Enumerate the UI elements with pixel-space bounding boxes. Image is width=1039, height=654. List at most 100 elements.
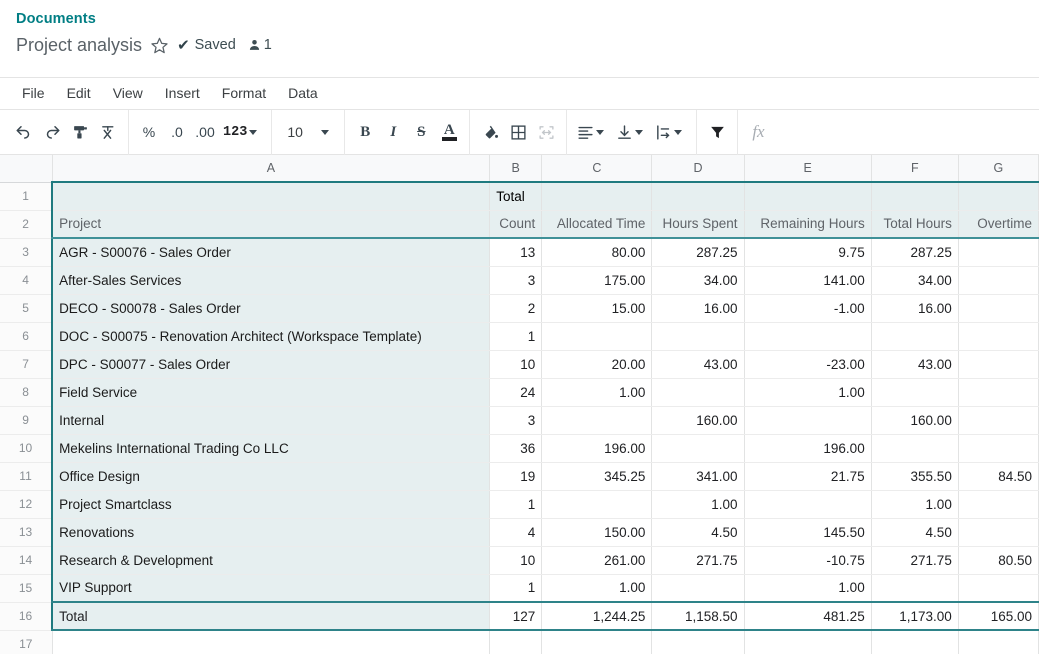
column-header-c[interactable]: C xyxy=(542,155,652,182)
cell-c9[interactable] xyxy=(542,406,652,434)
horizontal-align-icon[interactable] xyxy=(574,118,611,146)
cell-d8[interactable] xyxy=(652,378,744,406)
cell-e7[interactable]: -23.00 xyxy=(744,350,871,378)
cell-b5[interactable]: 2 xyxy=(490,294,542,322)
cell-c15[interactable]: 1.00 xyxy=(542,574,652,602)
cell-c13[interactable]: 150.00 xyxy=(542,518,652,546)
cell-b7[interactable]: 10 xyxy=(490,350,542,378)
cell-f4[interactable]: 34.00 xyxy=(871,266,958,294)
cell-c17[interactable] xyxy=(542,630,652,654)
cell-a7[interactable]: DPC - S00077 - Sales Order xyxy=(52,350,490,378)
format-percent-button[interactable]: % xyxy=(136,118,162,146)
cell-c4[interactable]: 175.00 xyxy=(542,266,652,294)
star-outline-icon[interactable] xyxy=(150,36,169,55)
text-color-button[interactable]: A xyxy=(436,118,462,146)
cell-c7[interactable]: 20.00 xyxy=(542,350,652,378)
cell-f15[interactable] xyxy=(871,574,958,602)
cell-g4[interactable] xyxy=(958,266,1038,294)
collaborator-count[interactable]: 1 xyxy=(248,37,272,53)
cell-e9[interactable] xyxy=(744,406,871,434)
cell-g13[interactable] xyxy=(958,518,1038,546)
row-header-12[interactable]: 12 xyxy=(0,490,52,518)
cell-a14[interactable]: Research & Development xyxy=(52,546,490,574)
row-header-6[interactable]: 6 xyxy=(0,322,52,350)
cell-e15[interactable]: 1.00 xyxy=(744,574,871,602)
row-header-16[interactable]: 16 xyxy=(0,602,52,630)
cell-g10[interactable] xyxy=(958,434,1038,462)
merge-cells-icon[interactable] xyxy=(533,118,559,146)
column-header-g[interactable]: G xyxy=(958,155,1038,182)
cell-d4[interactable]: 34.00 xyxy=(652,266,744,294)
cell-e4[interactable]: 141.00 xyxy=(744,266,871,294)
row-header-5[interactable]: 5 xyxy=(0,294,52,322)
cell-e12[interactable] xyxy=(744,490,871,518)
cell-e1[interactable] xyxy=(744,182,871,210)
cell-c3[interactable]: 80.00 xyxy=(542,238,652,266)
cell-f5[interactable]: 16.00 xyxy=(871,294,958,322)
cell-b2-count-header[interactable]: Count xyxy=(490,210,542,238)
cell-g12[interactable] xyxy=(958,490,1038,518)
cell-d5[interactable]: 16.00 xyxy=(652,294,744,322)
cell-b12[interactable]: 1 xyxy=(490,490,542,518)
cell-e17[interactable] xyxy=(744,630,871,654)
cell-d9[interactable]: 160.00 xyxy=(652,406,744,434)
cell-e14[interactable]: -10.75 xyxy=(744,546,871,574)
cell-c10[interactable]: 196.00 xyxy=(542,434,652,462)
cell-d17[interactable] xyxy=(652,630,744,654)
cell-g5[interactable] xyxy=(958,294,1038,322)
cell-g16-total-overtime[interactable]: 165.00 xyxy=(958,602,1038,630)
row-header-11[interactable]: 11 xyxy=(0,462,52,490)
row-header-10[interactable]: 10 xyxy=(0,434,52,462)
column-header-f[interactable]: F xyxy=(871,155,958,182)
123-number-format-icon[interactable]: 123 xyxy=(220,118,264,146)
column-header-d[interactable]: D xyxy=(652,155,744,182)
cell-e6[interactable] xyxy=(744,322,871,350)
cell-f2-total-hours-header[interactable]: Total Hours xyxy=(871,210,958,238)
cell-f16-total-hours[interactable]: 1,173.00 xyxy=(871,602,958,630)
cell-b10[interactable]: 36 xyxy=(490,434,542,462)
cell-a15[interactable]: VIP Support xyxy=(52,574,490,602)
cell-b3[interactable]: 13 xyxy=(490,238,542,266)
cell-b16-total-count[interactable]: 127 xyxy=(490,602,542,630)
column-header-b[interactable]: B xyxy=(490,155,542,182)
decrease-decimal-button[interactable]: .0 xyxy=(164,118,190,146)
row-header-1[interactable]: 1 xyxy=(0,182,52,210)
cell-f10[interactable] xyxy=(871,434,958,462)
row-header-7[interactable]: 7 xyxy=(0,350,52,378)
cell-e11[interactable]: 21.75 xyxy=(744,462,871,490)
cell-a10[interactable]: Mekelins International Trading Co LLC xyxy=(52,434,490,462)
cell-f17[interactable] xyxy=(871,630,958,654)
cell-a5[interactable]: DECO - S00078 - Sales Order xyxy=(52,294,490,322)
formula-bar[interactable]: fx xyxy=(738,110,1039,155)
cell-a1[interactable] xyxy=(52,182,490,210)
cell-e13[interactable]: 145.50 xyxy=(744,518,871,546)
increase-decimal-button[interactable]: .00 xyxy=(192,118,218,146)
cell-a17[interactable] xyxy=(52,630,490,654)
fill-color-icon[interactable] xyxy=(477,118,503,146)
cell-f11[interactable]: 355.50 xyxy=(871,462,958,490)
cell-g7[interactable] xyxy=(958,350,1038,378)
paint-format-icon[interactable] xyxy=(67,118,93,146)
cell-g6[interactable] xyxy=(958,322,1038,350)
cell-d13[interactable]: 4.50 xyxy=(652,518,744,546)
cell-e16-total-remaining[interactable]: 481.25 xyxy=(744,602,871,630)
cell-d1[interactable] xyxy=(652,182,744,210)
menu-item-data[interactable]: Data xyxy=(278,81,328,106)
cell-c12[interactable] xyxy=(542,490,652,518)
cell-f12[interactable]: 1.00 xyxy=(871,490,958,518)
cell-g1[interactable] xyxy=(958,182,1038,210)
cell-f7[interactable]: 43.00 xyxy=(871,350,958,378)
row-header-13[interactable]: 13 xyxy=(0,518,52,546)
cell-a2-project-header[interactable]: Project xyxy=(52,210,490,238)
cell-b11[interactable]: 19 xyxy=(490,462,542,490)
cell-b13[interactable]: 4 xyxy=(490,518,542,546)
row-header-9[interactable]: 9 xyxy=(0,406,52,434)
cell-a8[interactable]: Field Service xyxy=(52,378,490,406)
cell-e3[interactable]: 9.75 xyxy=(744,238,871,266)
cell-g11[interactable]: 84.50 xyxy=(958,462,1038,490)
menu-item-file[interactable]: File xyxy=(12,81,55,106)
cell-a16-total-label[interactable]: Total xyxy=(52,602,490,630)
cell-a13[interactable]: Renovations xyxy=(52,518,490,546)
cell-a12[interactable]: Project Smartclass xyxy=(52,490,490,518)
cell-c16-total-allocated[interactable]: 1,244.25 xyxy=(542,602,652,630)
